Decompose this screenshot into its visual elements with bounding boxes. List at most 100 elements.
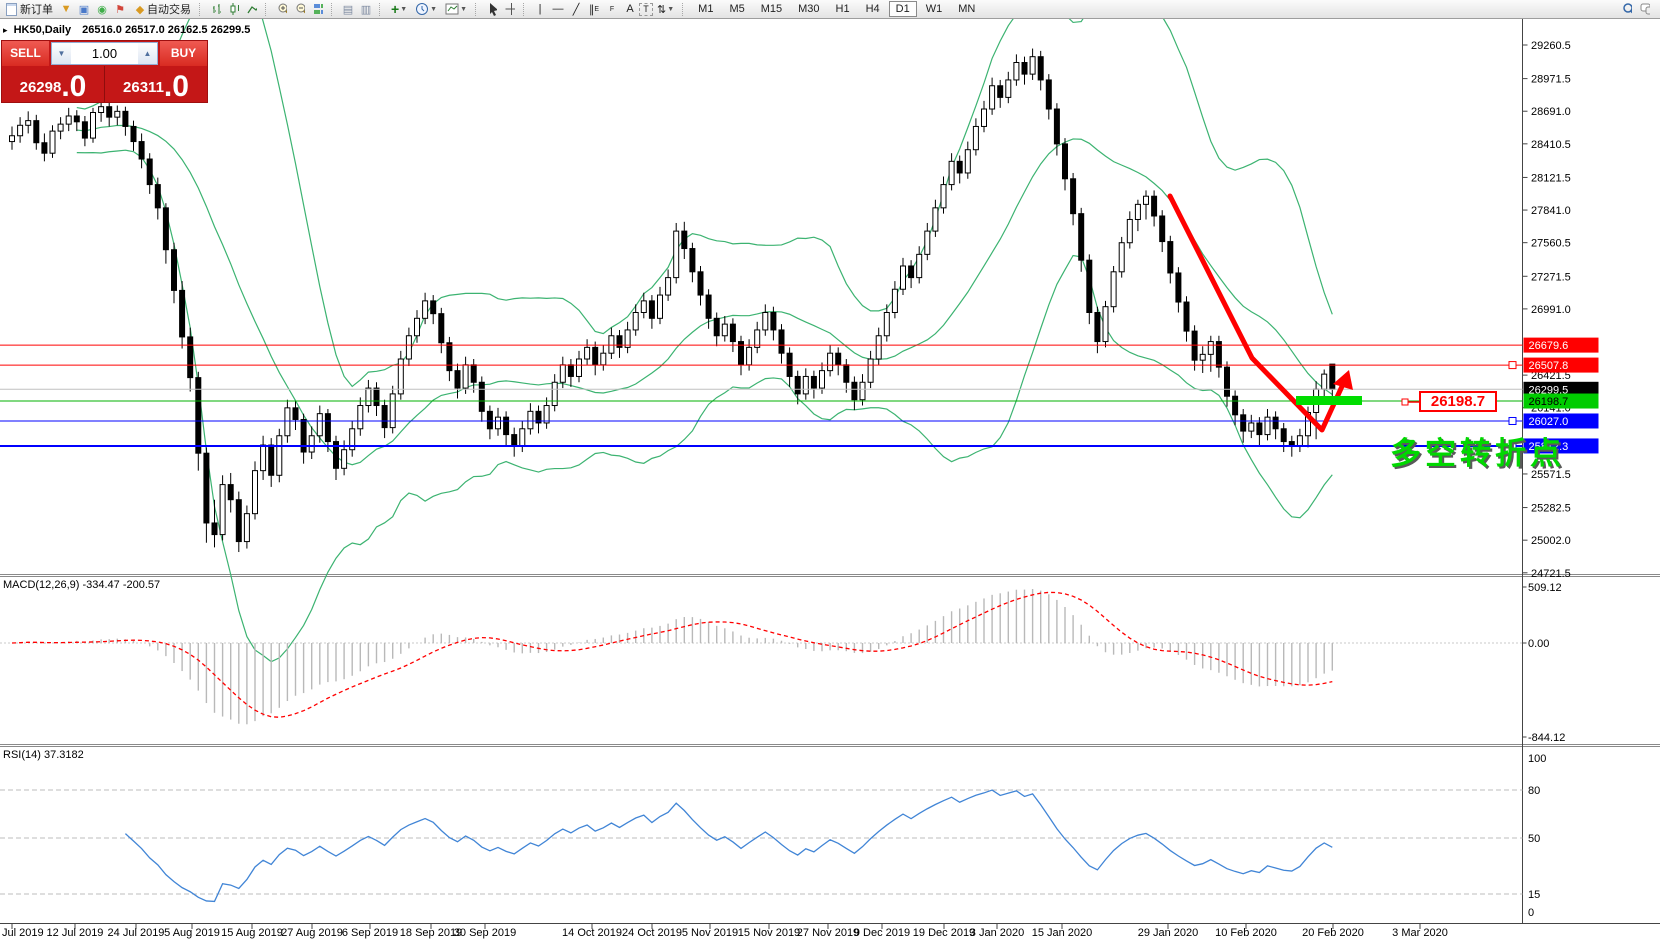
time-axis: Jul 201912 Jul 201924 Jul 20195 Aug 2019… [2, 924, 1448, 939]
timeframe-w1[interactable]: W1 [919, 1, 950, 17]
add-indicator-button[interactable]: +▼ [387, 1, 411, 18]
horizontal-line-tool-icon[interactable]: — [549, 1, 567, 17]
svg-text:26421.5: 26421.5 [1531, 370, 1571, 382]
zoom-out-icon[interactable] [291, 1, 309, 17]
svg-text:24721.5: 24721.5 [1531, 568, 1571, 580]
arrows-tool-button[interactable]: ⇅▼ [653, 1, 678, 18]
bid-price[interactable]: 26298 .0 [2, 66, 105, 102]
price-callout[interactable]: 26198.7 [1419, 391, 1497, 412]
virtual-hosting-icon[interactable]: ▣ [75, 1, 93, 17]
arrange-charts-icon[interactable]: ▤ [339, 1, 357, 17]
svg-text:26299.5: 26299.5 [1529, 384, 1569, 396]
svg-text:509.12: 509.12 [1528, 582, 1562, 594]
timeframe-group: M1M5M15M30H1H4D1W1MN [690, 3, 983, 15]
ask-price[interactable]: 26311 .0 [105, 66, 207, 102]
signals-icon[interactable]: ◉ [93, 1, 111, 17]
timeframe-h1[interactable]: H1 [829, 1, 857, 17]
svg-text:27 Aug 2019: 27 Aug 2019 [281, 927, 343, 939]
templates-button[interactable]: ▼ [441, 1, 471, 18]
auto-trading-icon: ◆ [133, 1, 147, 17]
trend-arrow-line[interactable] [1170, 196, 1344, 430]
trend-arrow-head [1333, 370, 1353, 390]
timeframe-m1[interactable]: M1 [691, 1, 720, 17]
auto-trading-label: 自动交易 [147, 1, 191, 17]
svg-text:26679.6: 26679.6 [1529, 340, 1569, 352]
timeframe-m15[interactable]: M15 [754, 1, 789, 17]
svg-text:19 Dec 2019: 19 Dec 2019 [913, 927, 975, 939]
chat-icon[interactable] [1636, 1, 1654, 17]
line-anchor[interactable] [1509, 362, 1516, 369]
cascade-charts-icon[interactable]: ▥ [357, 1, 375, 17]
support-zone-bar[interactable] [1296, 396, 1362, 405]
line-chart-icon[interactable] [243, 1, 261, 17]
price-label-26679.6 [1524, 338, 1599, 353]
svg-text:3 Mar 2020: 3 Mar 2020 [1392, 927, 1448, 939]
svg-text:18 Sep 2019: 18 Sep 2019 [400, 927, 462, 939]
price-axis: 29260.528971.528691.028410.528121.527841… [1523, 40, 1571, 580]
rsi-pane: 1008050150 [0, 753, 1546, 919]
new-order-button[interactable]: 新订单 [2, 1, 57, 18]
cursor-tool-icon[interactable] [483, 1, 501, 17]
svg-text:-844.12: -844.12 [1528, 732, 1565, 744]
buy-button[interactable]: BUY [160, 41, 207, 66]
fibonacci-tool-icon[interactable]: F [603, 1, 621, 17]
svg-text:50: 50 [1528, 833, 1540, 845]
search-icon[interactable] [1618, 1, 1636, 17]
text-label-tool-icon[interactable]: T [639, 3, 653, 16]
volume-increase-button[interactable]: ▲ [138, 43, 157, 64]
equidistant-channel-tool-icon[interactable]: ∥E [585, 1, 603, 17]
candlesticks [10, 49, 1335, 552]
trend-arrow[interactable] [1170, 196, 1353, 430]
template-icon [445, 2, 459, 16]
price-label-26027.0 [1524, 413, 1599, 428]
price-label-26507.8 [1524, 358, 1599, 373]
timeframe-h4[interactable]: H4 [859, 1, 887, 17]
svg-text:25002.0: 25002.0 [1531, 535, 1571, 547]
line-anchor[interactable] [1509, 417, 1516, 424]
toolbar-separator [523, 3, 528, 16]
tile-windows-icon[interactable] [309, 1, 327, 17]
price-levels: 26679.626507.826299.526198.726027.025812… [0, 338, 1599, 454]
ask-price-frac: .0 [164, 75, 189, 99]
vertical-line-tool-icon[interactable]: | [531, 1, 549, 17]
svg-text:9 Dec 2019: 9 Dec 2019 [854, 927, 910, 939]
callout-leader [1402, 399, 1419, 405]
plus-icon: + [391, 4, 399, 14]
svg-text:26027.0: 26027.0 [1529, 416, 1569, 428]
market-icon[interactable]: ▼ [57, 1, 75, 17]
crosshair-tool-icon[interactable] [501, 1, 519, 17]
svg-text:80: 80 [1528, 785, 1540, 797]
svg-text:24 Jul 2019: 24 Jul 2019 [108, 927, 165, 939]
timeframe-m5[interactable]: M5 [722, 1, 751, 17]
svg-text:20 Feb 2020: 20 Feb 2020 [1302, 927, 1364, 939]
svg-text:0: 0 [1528, 907, 1534, 919]
volume-decrease-button[interactable]: ▼ [52, 43, 71, 64]
periods-button[interactable]: ▼ [411, 1, 441, 18]
toolbar-separator [682, 3, 687, 16]
bid-price-frac: .0 [61, 75, 86, 99]
timeframe-d1[interactable]: D1 [889, 1, 917, 17]
zoom-in-icon[interactable] [273, 1, 291, 17]
new-order-icon [6, 3, 17, 16]
mailbox-icon[interactable]: ⚑ [111, 1, 129, 17]
bar-chart-icon[interactable] [207, 1, 225, 17]
candlestick-chart-icon[interactable] [225, 1, 243, 17]
svg-text:15 Jan 2020: 15 Jan 2020 [1032, 927, 1093, 939]
cn-annotation[interactable]: 多空转折点 [1390, 428, 1565, 473]
svg-text:15: 15 [1528, 889, 1540, 901]
svg-text:27271.5: 27271.5 [1531, 271, 1571, 283]
timeframe-m30[interactable]: M30 [791, 1, 826, 17]
text-tool-icon[interactable]: A [621, 1, 639, 17]
ask-price-main: 26311 [123, 80, 164, 95]
toolbar-separator [265, 3, 270, 16]
symbol-period-label: HK50,Daily [14, 24, 71, 36]
svg-text:5 Aug 2019: 5 Aug 2019 [164, 927, 220, 939]
auto-trading-button[interactable]: ◆ 自动交易 [129, 1, 195, 18]
trendline-tool-icon[interactable]: ╱ [567, 1, 585, 17]
svg-text:29 Jan 2020: 29 Jan 2020 [1138, 927, 1199, 939]
toolbar-separator [379, 3, 384, 16]
volume-input[interactable] [71, 43, 138, 64]
chevron-down-icon: ▼ [667, 6, 674, 13]
sell-button[interactable]: SELL [2, 41, 49, 66]
timeframe-mn[interactable]: MN [951, 1, 982, 17]
